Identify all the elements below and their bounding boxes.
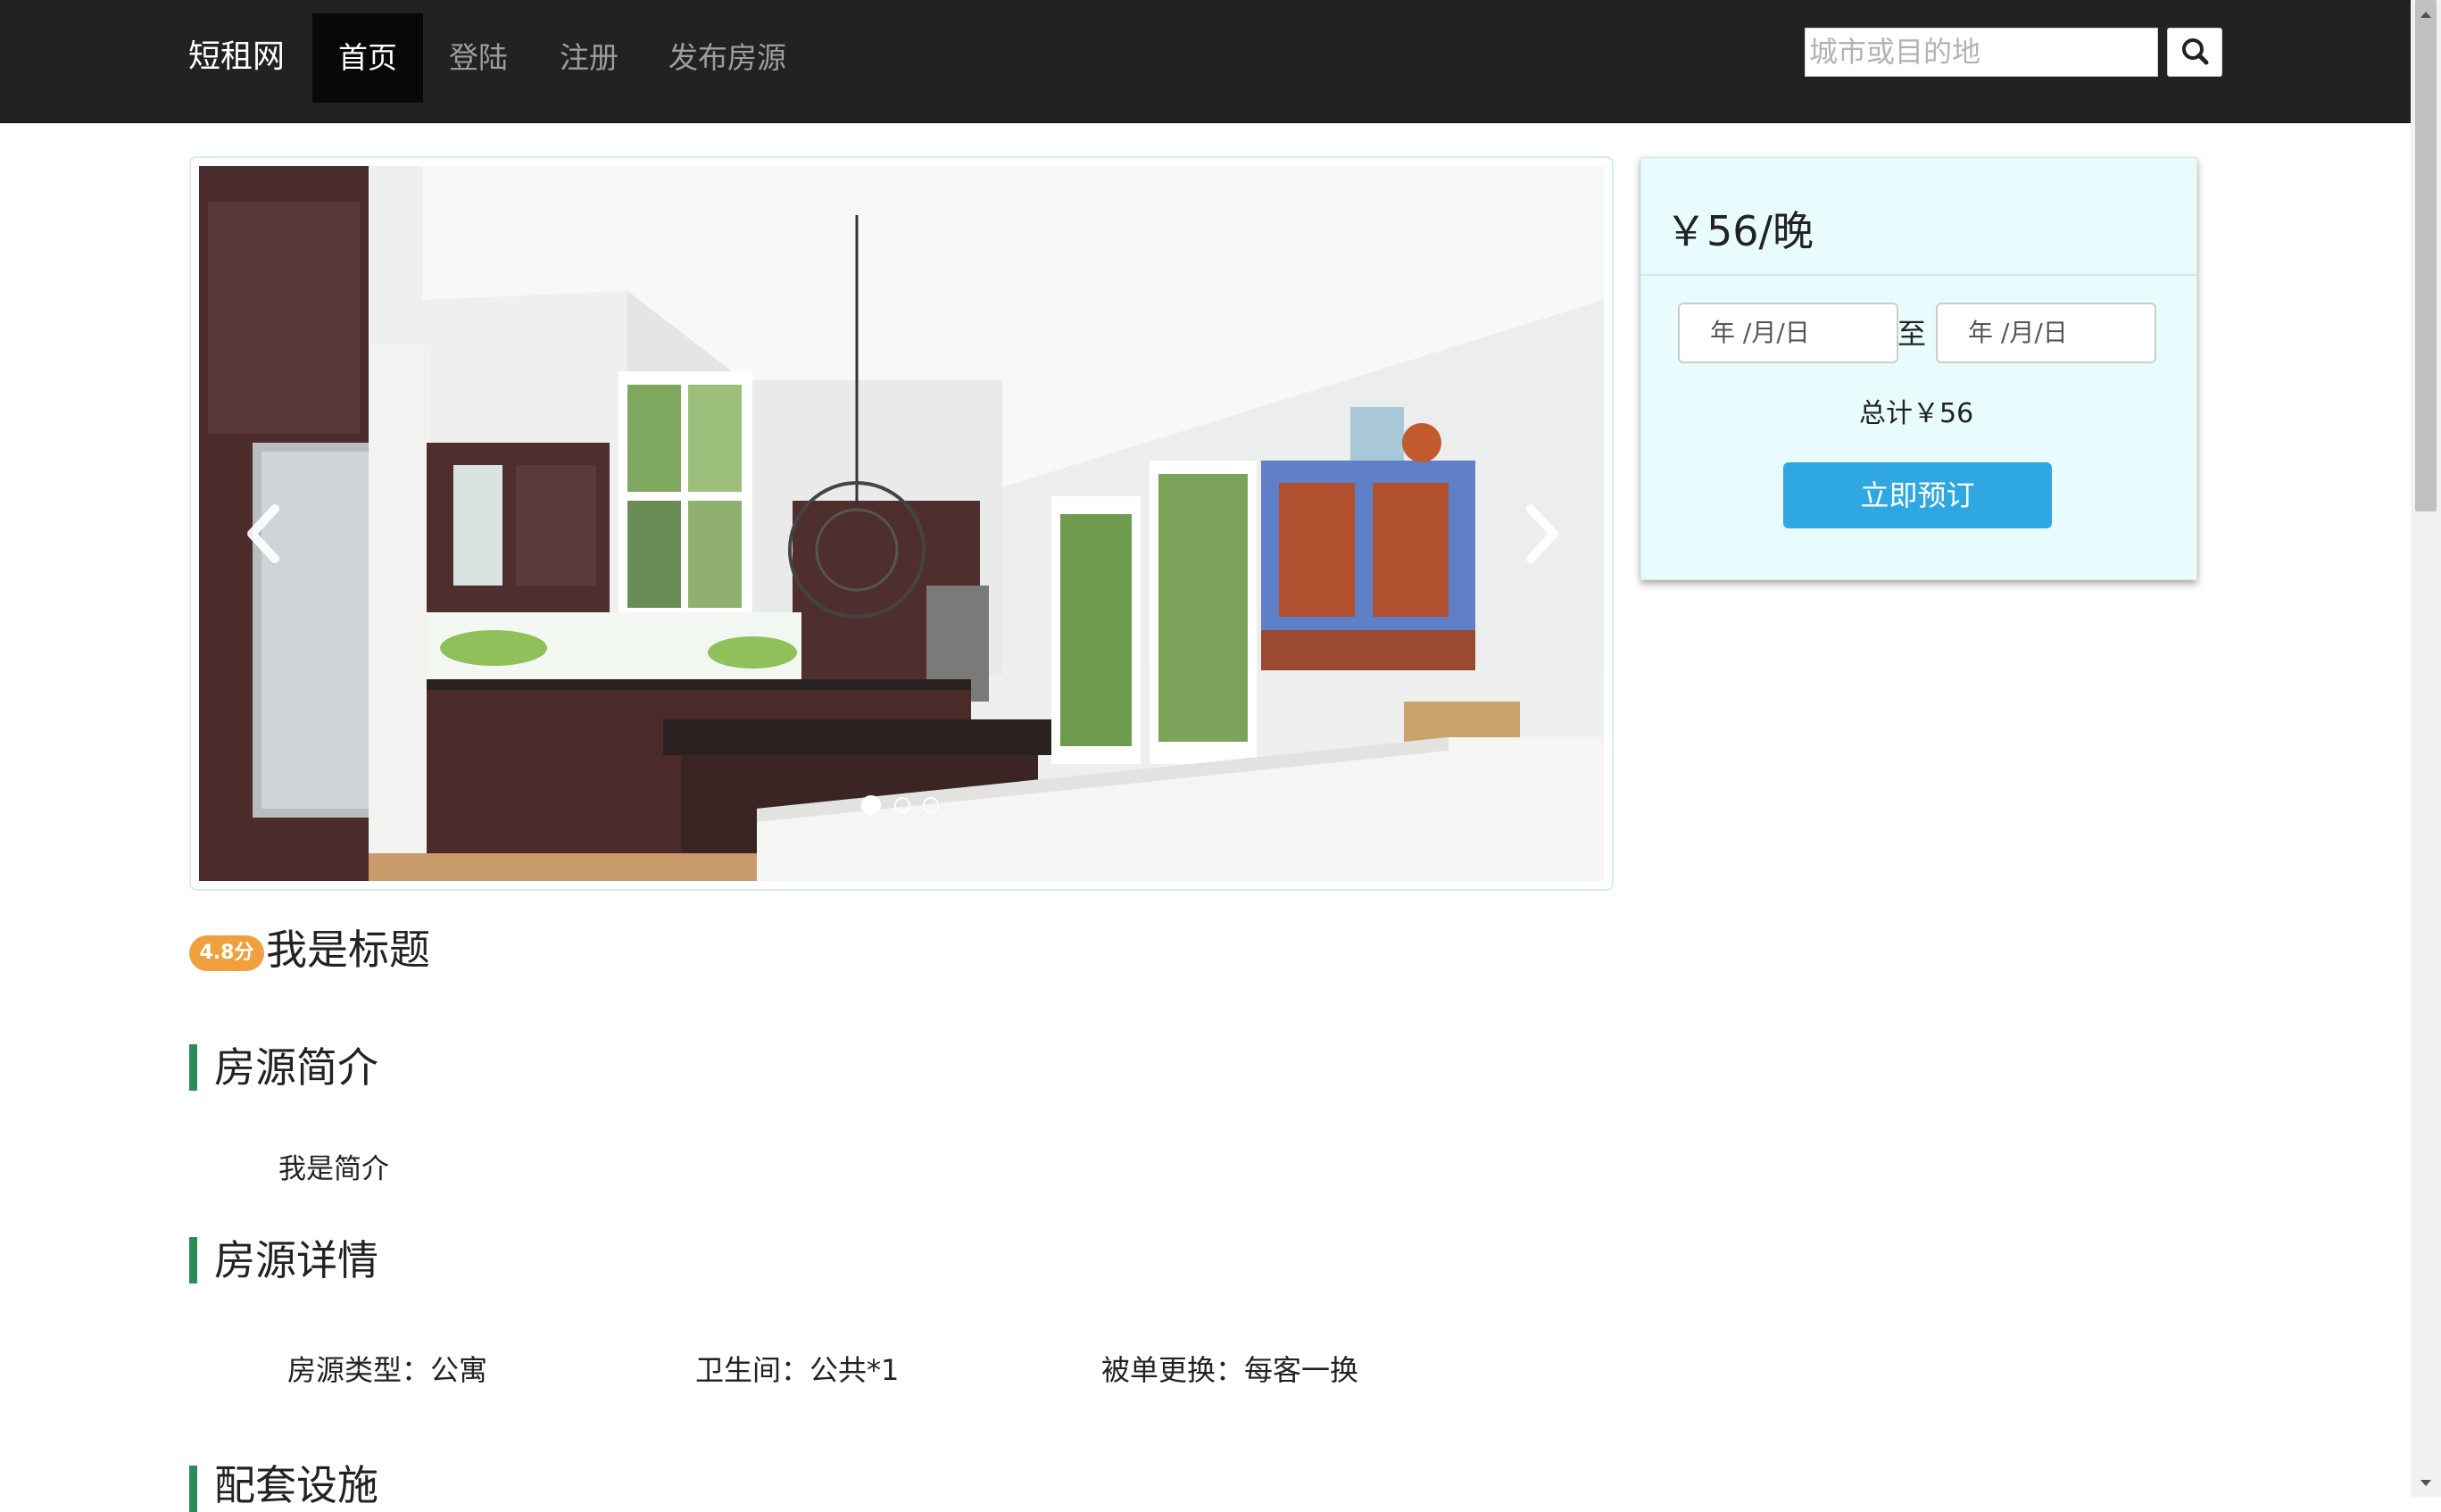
carousel-indicator-2[interactable] <box>894 797 910 813</box>
carousel-indicator-3[interactable] <box>923 797 939 813</box>
section-marker <box>189 1044 197 1091</box>
intro-text: 我是简介 <box>278 1153 389 1185</box>
section-marker <box>189 1466 197 1512</box>
carousel-indicator-1[interactable] <box>861 795 881 815</box>
book-now-button[interactable]: 立即预订 <box>1783 462 2052 528</box>
nav-item-publish[interactable]: 发布房源 <box>644 13 810 103</box>
scrollbar-thumb[interactable] <box>2415 0 2437 511</box>
section-title-facilities: 配套设施 <box>214 1461 378 1509</box>
brand-logo[interactable]: 短租网 <box>188 34 285 80</box>
checkin-date-input[interactable]: 年 /月/日 <box>1678 303 1898 363</box>
search-input[interactable]: 城市或目的地 <box>1805 28 2158 77</box>
search-button[interactable] <box>2167 28 2222 77</box>
search-icon <box>2182 38 2209 65</box>
scroll-up-icon[interactable] <box>2415 4 2437 25</box>
kitchen-photo <box>199 166 1604 881</box>
listing-title: 我是标题 <box>266 926 430 974</box>
carousel-image[interactable] <box>199 166 1604 881</box>
nav-item-register[interactable]: 注册 <box>534 13 644 103</box>
panel-divider <box>1640 274 2197 276</box>
detail-room-type: 房源类型：公寓 <box>287 1353 488 1387</box>
date-range-separator: 至 <box>1897 317 1927 351</box>
carousel-next-icon[interactable] <box>1513 496 1566 571</box>
scroll-down-icon[interactable] <box>2415 1473 2437 1494</box>
rating-badge: 4.8分 <box>189 935 264 971</box>
detail-bathroom: 卫生间：公共*1 <box>695 1353 900 1387</box>
detail-linen-change: 被单更换：每客一换 <box>1101 1353 1359 1387</box>
checkout-date-input[interactable]: 年 /月/日 <box>1936 303 2156 363</box>
total-price: 总计￥56 <box>1859 398 1974 429</box>
price-per-night: ￥56/晚 <box>1665 207 1814 255</box>
nav-item-login[interactable]: 登陆 <box>423 13 534 103</box>
carousel-prev-icon[interactable] <box>239 496 293 571</box>
navbar: 短租网 首页 登陆 注册 发布房源 城市或目的地 <box>0 0 2441 123</box>
section-title-intro: 房源简介 <box>214 1043 378 1092</box>
nav-item-home[interactable]: 首页 <box>312 13 423 103</box>
section-title-details: 房源详情 <box>214 1236 378 1284</box>
section-marker <box>189 1237 197 1284</box>
